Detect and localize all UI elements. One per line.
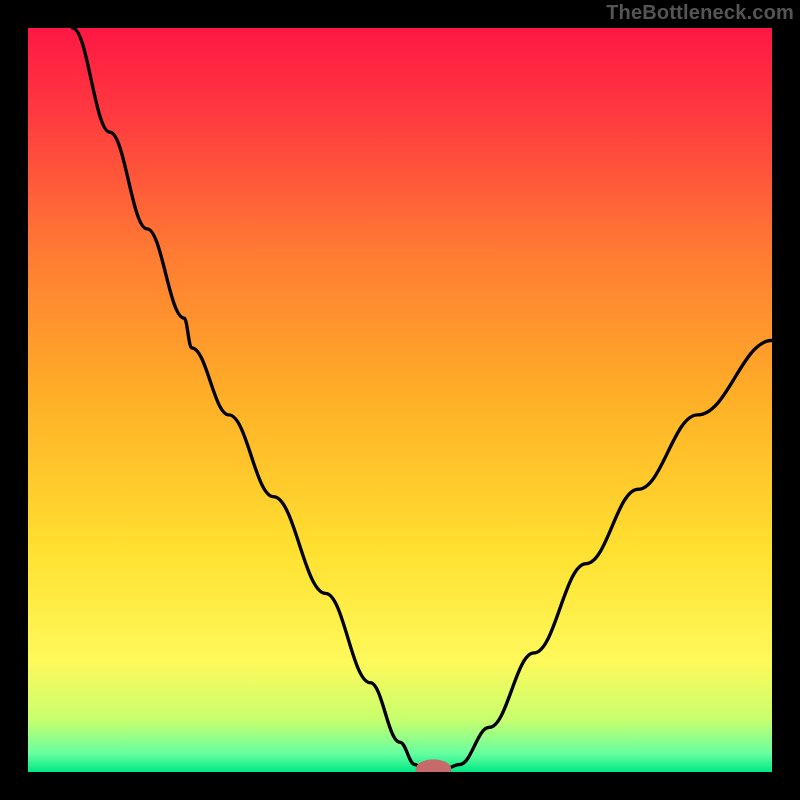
source-watermark: TheBottleneck.com bbox=[606, 2, 794, 25]
bottleneck-chart bbox=[28, 28, 772, 772]
gradient-background bbox=[28, 28, 772, 772]
chart-frame: TheBottleneck.com bbox=[0, 0, 800, 800]
plot-area bbox=[28, 28, 772, 772]
